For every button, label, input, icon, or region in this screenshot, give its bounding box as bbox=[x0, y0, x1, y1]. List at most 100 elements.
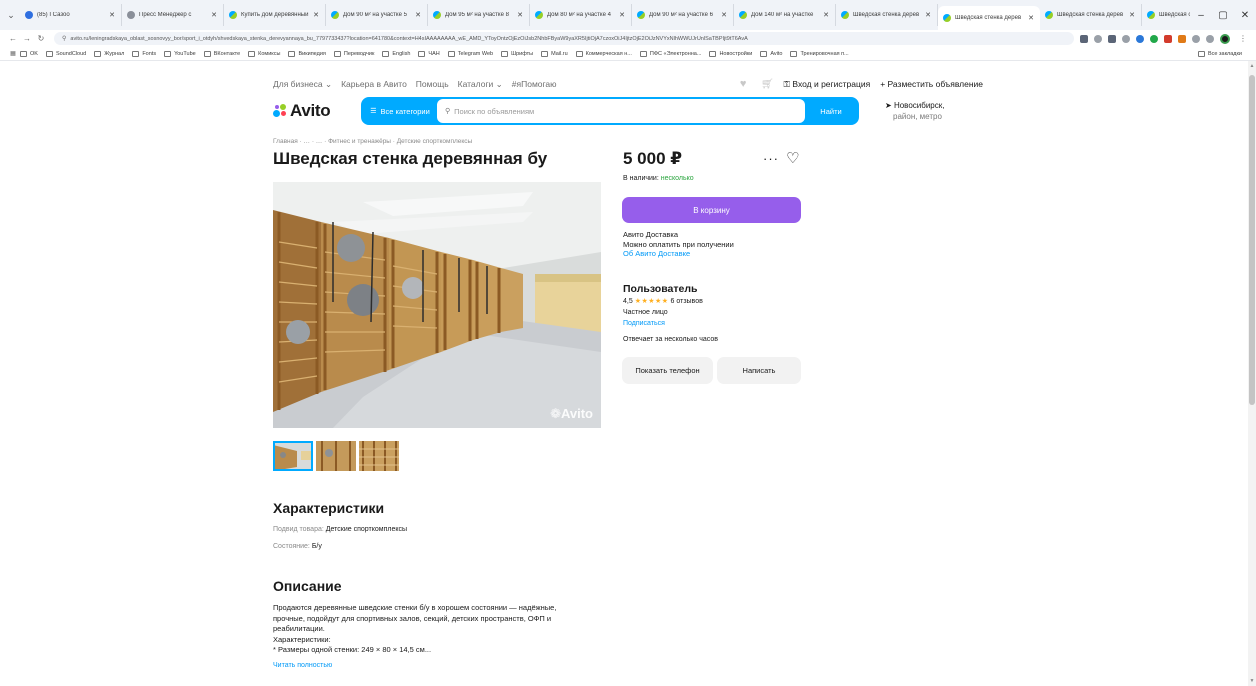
tab-close-icon[interactable]: ✕ bbox=[211, 11, 217, 19]
thumbnail-2[interactable] bbox=[316, 441, 356, 471]
show-phone-button[interactable]: Показать телефон bbox=[622, 357, 713, 384]
bookmark-item[interactable]: Mail.ru bbox=[541, 50, 568, 57]
tab-close-icon[interactable]: ✕ bbox=[517, 11, 523, 19]
extension-icon-1[interactable] bbox=[1136, 34, 1144, 43]
bookmark-star-icon[interactable] bbox=[1122, 34, 1130, 43]
tab-close-icon[interactable]: ✕ bbox=[925, 11, 931, 19]
avito-logo[interactable]: Avito bbox=[273, 101, 361, 121]
tab-close-icon[interactable]: ✕ bbox=[619, 11, 625, 19]
subscribe-link[interactable]: Подписаться bbox=[623, 320, 665, 327]
bookmark-icon bbox=[248, 50, 256, 57]
tab-close-icon[interactable]: ✕ bbox=[313, 11, 319, 19]
bookmark-item[interactable]: YouTube bbox=[164, 50, 196, 57]
apps-grid-icon[interactable]: ▦ bbox=[6, 50, 20, 57]
tab-title: Пресс Менеджер с bbox=[139, 12, 192, 18]
browser-tab[interactable]: Дом 140 м² на участке ✕ bbox=[734, 4, 836, 26]
browser-tab[interactable]: Дом 95 м² на участке 8 ✕ bbox=[428, 4, 530, 26]
location-selector[interactable]: ➤ Новосибирск, район, метро bbox=[885, 100, 965, 122]
page-scrollbar[interactable]: ▲ ▼ bbox=[1248, 61, 1256, 686]
extensions-puzzle-icon[interactable] bbox=[1192, 34, 1200, 43]
scroll-up-icon[interactable]: ▲ bbox=[1249, 63, 1255, 69]
zoom-icon[interactable] bbox=[1094, 34, 1102, 43]
listing-main-photo[interactable]: ❁Avito bbox=[273, 182, 601, 428]
minimize-icon[interactable]: – bbox=[1190, 10, 1212, 21]
login-link[interactable]: ⚿ Вход и регистрация bbox=[784, 79, 871, 90]
extension-icon-2[interactable] bbox=[1150, 34, 1158, 43]
tab-close-icon[interactable]: ✕ bbox=[721, 11, 727, 19]
bookmark-item[interactable]: Avito bbox=[760, 50, 782, 57]
bookmark-item[interactable]: English bbox=[382, 50, 410, 57]
bookmark-item[interactable]: OK bbox=[20, 50, 38, 57]
tab-close-icon[interactable]: ✕ bbox=[1028, 14, 1034, 22]
cart-icon[interactable]: 🛒︎ bbox=[761, 79, 774, 90]
translate-icon[interactable] bbox=[1080, 34, 1088, 43]
all-bookmarks[interactable]: Все закладки bbox=[1191, 47, 1250, 60]
scrollbar-thumb[interactable] bbox=[1249, 75, 1255, 405]
bookmark-item[interactable]: ЧАН bbox=[418, 50, 440, 57]
browser-tab[interactable]: Шведская стенка дерев ✕ bbox=[938, 6, 1040, 30]
browser-tab[interactable]: Дом 90 м² на участке 6 ✕ bbox=[632, 4, 734, 26]
browser-tab[interactable]: Дом 80 м² на участке 4 ✕ bbox=[530, 4, 632, 26]
profile-avatar[interactable] bbox=[1220, 33, 1230, 44]
browser-menu-icon[interactable]: ⋮ bbox=[1236, 34, 1250, 43]
tab-title: Дом 90 м² на участке 5 bbox=[343, 12, 407, 18]
find-button[interactable]: Найти bbox=[805, 107, 857, 116]
nav-help[interactable]: Помощь bbox=[416, 79, 449, 89]
tab-search-icon[interactable]: ⌄ bbox=[4, 8, 18, 22]
nav-catalogs[interactable]: Каталоги ⌄ bbox=[458, 79, 503, 90]
nav-business[interactable]: Для бизнеса ⌄ bbox=[273, 79, 332, 90]
reload-icon[interactable]: ↻ bbox=[34, 34, 48, 43]
add-to-favorites-heart-icon[interactable]: ♡ bbox=[786, 149, 799, 167]
bookmark-item[interactable]: ПФС «Электронна... bbox=[639, 50, 701, 57]
seller-name[interactable]: Пользователь bbox=[623, 283, 697, 295]
scroll-down-icon[interactable]: ▼ bbox=[1249, 678, 1255, 684]
read-more-link[interactable]: Читать полностью bbox=[273, 662, 332, 669]
forward-icon[interactable]: → bbox=[20, 34, 34, 43]
favorites-icon[interactable]: ♥ bbox=[740, 79, 751, 90]
thumbnail-1[interactable] bbox=[273, 441, 313, 471]
extension-icon-4[interactable] bbox=[1178, 34, 1186, 43]
about-delivery-link[interactable]: Об Авито Доставке bbox=[623, 249, 734, 259]
thumbnail-3[interactable] bbox=[359, 441, 399, 471]
more-options-icon[interactable]: ··· bbox=[763, 151, 779, 166]
browser-tab[interactable]: Шведская стенка дерев ✕ bbox=[836, 4, 938, 26]
nav-i-help[interactable]: #яПомогаю bbox=[512, 79, 557, 89]
bookmark-item[interactable]: Википедия bbox=[288, 50, 326, 57]
write-message-button[interactable]: Написать bbox=[717, 357, 801, 384]
bookmark-item[interactable]: Новостройки bbox=[709, 50, 752, 57]
reviews-link[interactable]: 6 отзывов bbox=[671, 298, 703, 305]
site-info-icon[interactable]: ⚲ bbox=[62, 35, 66, 42]
nav-career[interactable]: Карьера в Авито bbox=[341, 79, 407, 89]
bookmark-item[interactable]: Telegram Web bbox=[447, 50, 493, 57]
maximize-icon[interactable]: ▢ bbox=[1212, 10, 1234, 21]
all-categories-button[interactable]: ☰ Все категории bbox=[363, 99, 437, 123]
extension-icon-3[interactable] bbox=[1164, 34, 1172, 43]
close-icon[interactable]: ✕ bbox=[1234, 10, 1256, 21]
browser-tab[interactable]: Дом 90 м² на участке 5 ✕ bbox=[326, 4, 428, 26]
bookmark-item[interactable]: Тренировочная п... bbox=[790, 50, 849, 57]
bookmark-item[interactable]: Шрифты bbox=[501, 50, 533, 57]
browser-tab[interactable]: Купить дом деревянный ✕ bbox=[224, 4, 326, 26]
add-to-cart-button[interactable]: В корзину bbox=[622, 197, 801, 223]
tab-close-icon[interactable]: ✕ bbox=[823, 11, 829, 19]
breadcrumb[interactable]: Главная · … · … · Фитнес и тренажёры · Д… bbox=[273, 138, 472, 145]
bookmark-item[interactable]: Комиксы bbox=[248, 50, 280, 57]
share-icon[interactable] bbox=[1108, 34, 1116, 43]
search-input[interactable]: ⚲ Поиск по объявлениям bbox=[437, 99, 805, 123]
bookmark-item[interactable]: Переводчик bbox=[333, 50, 374, 57]
tab-close-icon[interactable]: ✕ bbox=[109, 11, 115, 19]
bookmark-item[interactable]: Журнал bbox=[94, 50, 124, 57]
browser-tab[interactable]: Шведская стенка дерев ✕ bbox=[1040, 4, 1142, 26]
bookmark-item[interactable]: Fonts bbox=[132, 50, 156, 57]
sidebar-icon[interactable] bbox=[1206, 34, 1214, 43]
post-ad-link[interactable]: + Разместить объявление bbox=[880, 79, 983, 89]
tab-close-icon[interactable]: ✕ bbox=[1129, 11, 1135, 19]
bookmark-item[interactable]: ВКонтакте bbox=[203, 50, 240, 57]
browser-tab[interactable]: Пресс Менеджер с ✕ bbox=[122, 4, 224, 26]
bookmark-item[interactable]: Коммерческая н... bbox=[575, 50, 632, 57]
browser-tab[interactable]: (85) I Сазоо ✕ bbox=[20, 4, 122, 26]
back-icon[interactable]: ← bbox=[6, 34, 20, 43]
tab-close-icon[interactable]: ✕ bbox=[415, 11, 421, 19]
bookmark-item[interactable]: SoundCloud bbox=[45, 50, 86, 57]
url-field[interactable]: ⚲ avito.ru/leningradskaya_oblast_sosnovy… bbox=[54, 32, 1074, 45]
